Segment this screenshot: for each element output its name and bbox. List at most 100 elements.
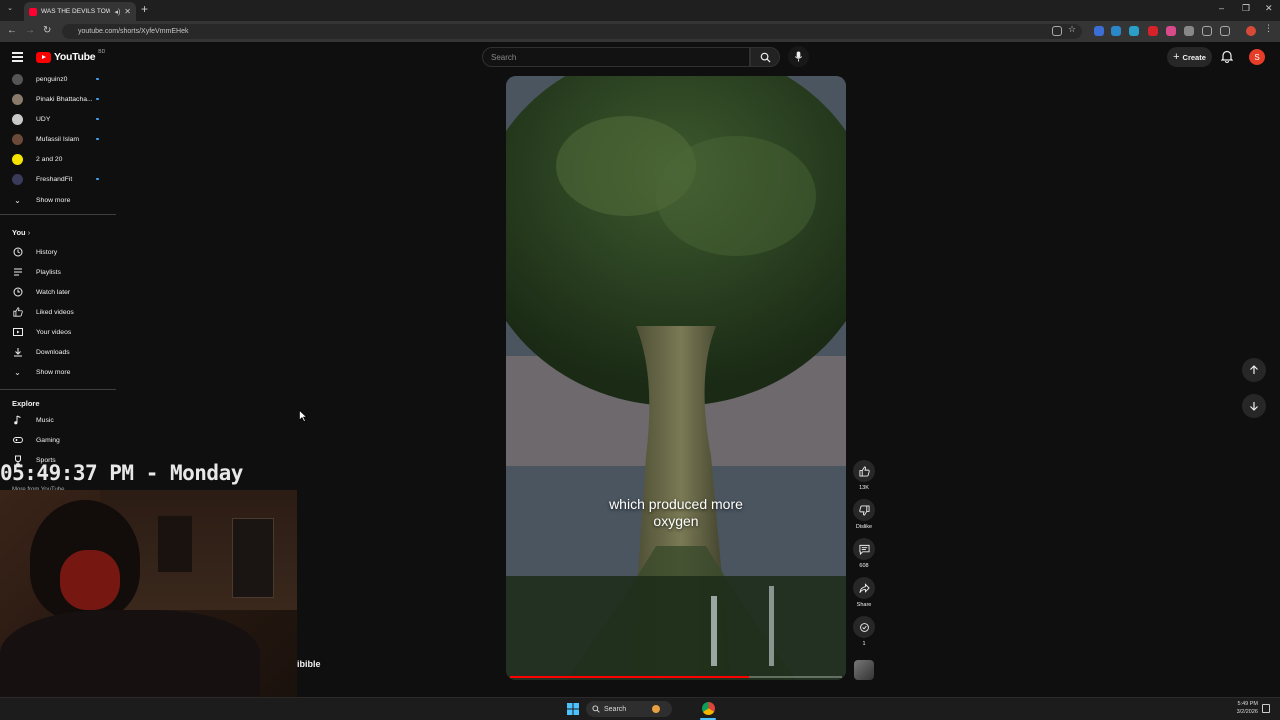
notification-center-icon[interactable] (1262, 704, 1270, 713)
tab-title: WAS THE DEVILS TOWER A (41, 8, 111, 15)
subscription-item[interactable]: Mufassil Islam (0, 129, 116, 149)
system-clock[interactable]: 5:49 PM 3/2/2026 (1226, 700, 1258, 716)
comments-action[interactable]: 608 (852, 538, 876, 569)
dislike-action[interactable]: Dislike (852, 499, 876, 530)
search-placeholder: Search (491, 52, 517, 62)
channel-thumbnail[interactable] (854, 660, 874, 680)
liked-icon (12, 307, 23, 318)
show-more-you[interactable]: ⌄ Show more (0, 362, 116, 382)
share-action[interactable]: Share (852, 577, 876, 608)
channel-avatar-circle (12, 153, 23, 165)
sidebar-item-watch-later[interactable]: Watch later (0, 282, 116, 302)
like-button[interactable] (853, 460, 875, 482)
bookmark-star-icon[interactable]: ☆ (1068, 24, 1078, 34)
subscription-item[interactable]: UDY (0, 109, 116, 129)
subscription-label: penguinz0 (36, 75, 68, 83)
subscription-item[interactable]: 2 and 20 (0, 149, 116, 169)
bell-icon (1220, 50, 1234, 63)
browser-tab[interactable]: WAS THE DEVILS TOWER A ◂) ✕ (24, 2, 136, 21)
new-tab-button[interactable]: + (141, 2, 148, 16)
history-icon (12, 247, 23, 258)
waterfall (711, 596, 717, 666)
back-icon[interactable]: ← (7, 25, 17, 36)
video-progress-bar[interactable] (510, 676, 842, 678)
arrow-down-icon (1250, 402, 1258, 411)
speaker-icon[interactable]: ◂) (114, 8, 120, 16)
share-button[interactable] (853, 577, 875, 599)
extension-6-icon[interactable] (1184, 26, 1194, 36)
you-heading[interactable]: You › (12, 228, 30, 237)
windows-taskbar: Search 5:49 PM 3/2/2026 (0, 697, 1280, 720)
search-button[interactable] (750, 47, 780, 67)
restore-icon[interactable]: ❐ (1242, 3, 1250, 14)
extension-1-icon[interactable] (1094, 26, 1104, 36)
url-text: youtube.com/shorts/XyfeVmmEHek (78, 28, 189, 35)
subscription-item[interactable]: Pinaki Bhattacha... (0, 89, 116, 109)
subscription-item[interactable]: FreshandFit (0, 169, 116, 189)
downloads-icon[interactable] (1220, 26, 1230, 36)
browser-toolbar: ← → ↻ youtube.com/shorts/XyfeVmmEHek ☆ ⋮ (0, 21, 1280, 42)
download-icon (12, 347, 23, 358)
remix-button[interactable] (853, 616, 875, 638)
chrome-taskbar-icon[interactable] (702, 702, 715, 715)
sidebar-item-your-videos[interactable]: Your videos (0, 322, 116, 342)
youtube-logo[interactable]: YouTube BD (36, 49, 105, 63)
profile-icon[interactable] (1246, 26, 1256, 36)
close-window-icon[interactable]: ✕ (1265, 3, 1273, 14)
browser-menu-icon[interactable]: ⋮ (1264, 23, 1274, 33)
windows-start-icon[interactable] (567, 703, 579, 715)
share-icon (858, 582, 870, 593)
new-content-dot (96, 117, 99, 121)
extensions-puzzle-icon[interactable] (1202, 26, 1212, 36)
new-content-dot (96, 137, 99, 141)
webcam-overlay (0, 490, 297, 720)
comments-button[interactable] (853, 538, 875, 560)
cast-icon[interactable] (1052, 26, 1062, 36)
extension-5-icon[interactable] (1166, 26, 1176, 36)
extension-2-icon[interactable] (1111, 26, 1121, 36)
search-input[interactable]: Search (482, 47, 750, 67)
extension-4-icon[interactable] (1148, 26, 1158, 36)
sidebar-item-downloads[interactable]: Downloads (0, 342, 116, 362)
sidebar-item-gaming[interactable]: Gaming (0, 430, 116, 450)
sidebar-item-label: Music (36, 416, 54, 424)
sidebar-item-music[interactable]: Music (0, 410, 116, 430)
dislike-button[interactable] (853, 499, 875, 521)
account-avatar[interactable]: S (1249, 49, 1265, 65)
tab-close-icon[interactable]: ✕ (124, 7, 131, 16)
waterfall (769, 586, 774, 666)
tab-search-icon[interactable]: ⌄ (4, 4, 16, 16)
sidebar-item-label: History (36, 248, 58, 256)
subscription-label: Mufassil Islam (36, 135, 80, 143)
menu-icon[interactable] (12, 52, 23, 64)
minimize-icon[interactable]: – (1219, 3, 1224, 13)
channel-avatar (12, 73, 23, 85)
sidebar-item-label: Watch later (36, 288, 71, 296)
chevron-down-icon: ⌄ (14, 367, 21, 377)
address-bar[interactable]: youtube.com/shorts/XyfeVmmEHek (62, 24, 1082, 39)
sidebar-item-liked-videos[interactable]: Liked videos (0, 302, 116, 322)
subscription-item[interactable]: penguinz0 (0, 69, 116, 89)
create-button[interactable]: + Create (1167, 47, 1212, 67)
shorts-video-player[interactable]: which produced more oxygen (506, 76, 846, 680)
channel-avatar (12, 93, 23, 105)
show-more-subscriptions[interactable]: ⌄ Show more (0, 190, 116, 210)
voice-search-button[interactable] (788, 46, 809, 67)
next-short-button[interactable] (1242, 394, 1266, 418)
taskbar-search[interactable]: Search (586, 701, 672, 717)
sidebar-item-history[interactable]: History (0, 242, 116, 262)
notifications-button[interactable] (1220, 50, 1234, 68)
tree-scene (506, 76, 846, 680)
logo-wordmark: YouTube (54, 51, 96, 63)
remix-action[interactable]: 1 (852, 616, 876, 647)
show-more-label: Show more (36, 196, 71, 204)
clock-overlay: 05:49:37 PM - Monday (0, 461, 243, 485)
forward-icon[interactable]: → (25, 25, 35, 36)
sidebar-item-playlists[interactable]: Playlists (0, 262, 116, 282)
thumbs-down-icon (858, 504, 870, 516)
like-action[interactable]: 13K (852, 460, 876, 491)
previous-short-button[interactable] (1242, 358, 1266, 382)
extension-3-icon[interactable] (1129, 26, 1139, 36)
reload-icon[interactable]: ↻ (43, 25, 51, 36)
you-heading-label: You (12, 228, 26, 237)
